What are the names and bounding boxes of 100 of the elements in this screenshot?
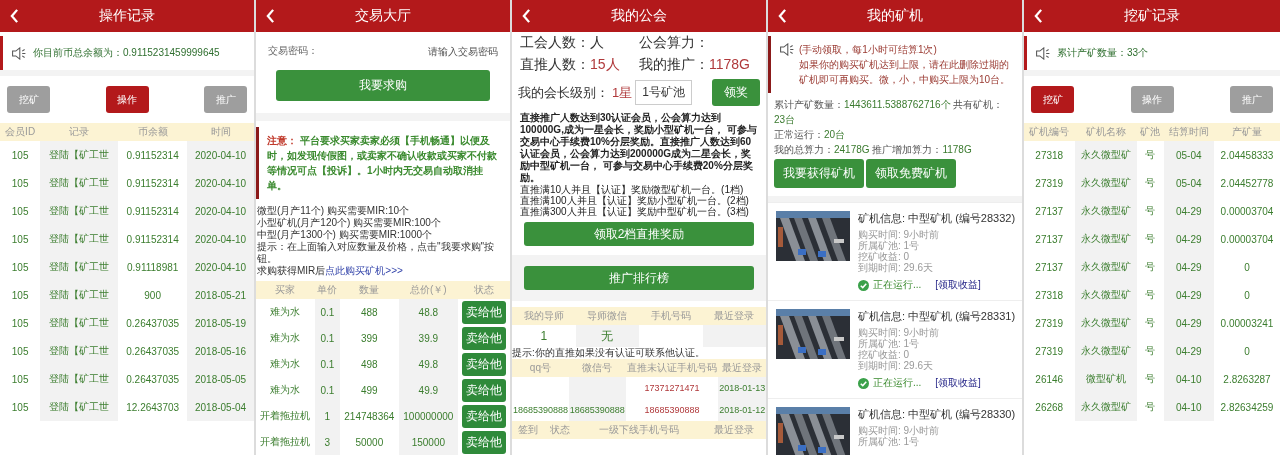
sell-button[interactable]: 卖给他 [461,300,506,324]
stat-label: 我的会长级别： [518,83,609,102]
back-icon[interactable] [10,9,19,23]
tab[interactable]: 挖矿 [7,86,50,113]
column-header: qq号 [512,359,569,377]
tab[interactable]: 操作 [1130,86,1174,113]
collect-link[interactable]: [领取收益] [935,376,981,390]
claim-button[interactable]: 领奖 [712,79,760,106]
pool-select[interactable]: 1号矿池 [635,80,692,105]
table-cell: 17371271471 [625,377,719,399]
table-cell: 2018-05-05 [187,365,254,393]
stat-label: 直推人数： [520,56,590,72]
page-title: 我的矿机 [867,7,923,25]
table-cell: 27137 [1024,197,1075,225]
column-header: 买家 [256,281,315,299]
table-cell: 18685390888 [568,399,626,421]
table-cell: 2020-04-10 [187,197,254,225]
stat-label: 我的推广： [639,56,709,72]
column-header: 数量 [339,281,399,299]
table-cell: 1 [314,403,340,429]
stat-value: 20台 [824,129,846,140]
table-cell: 2018-01-12 [718,399,766,421]
machine-detail: 挖矿收益: 0 [858,349,910,360]
stat-value: 24178G [834,144,870,155]
sell-button[interactable]: 卖给他 [461,430,506,454]
back-icon[interactable] [778,9,787,23]
table-cell: 0 [1214,337,1280,365]
collect-link[interactable]: [领取收益] [935,278,981,292]
tab[interactable]: 推广 [1230,86,1273,113]
back-icon[interactable] [266,9,275,23]
column-header: 状态 [543,421,576,439]
machine-button[interactable]: 领取免费矿机 [866,159,956,188]
notice-text: (手动领取，每1小时可结算1次) [799,43,937,57]
notice-text: 累计产矿数量：33个 [1057,46,1149,60]
table-cell: 2018-05-21 [187,281,254,309]
reward-button[interactable]: 领取2档直推奖励 [524,222,754,246]
table-cell: 39.9 [398,325,458,351]
column-header: 单价 [314,281,340,299]
table-cell: 18685390888 [512,399,569,421]
column-header: 直推未认证手机号码 [625,359,719,377]
table-cell: 微型矿机 [1074,365,1138,393]
table-cell: 0 [1214,281,1280,309]
table-cell: 105 [0,365,41,393]
column-header: 会员ID [0,123,41,141]
tab[interactable]: 操作 [105,86,149,113]
table-cell: 105 [0,337,41,365]
table-cell: 难为水 [256,377,315,403]
tab[interactable]: 推广 [204,86,247,113]
table-cell: 登陆【矿工世 [40,253,119,281]
table-cell: 号 [1137,309,1164,337]
machine-detail: 到期时间: 29.6天 [858,262,935,273]
stat-label: 我的总算力： [774,144,834,155]
column-header: 最近登录 [718,359,766,377]
table-cell: 开着拖拉机 [256,403,315,429]
table-cell: 0.91152314 [118,225,188,253]
table-cell: 开着拖拉机 [256,429,315,455]
table-cell: 2018-01-13 [718,377,766,399]
table-cell: 永久微型矿 [1074,169,1138,197]
buy-machine-link[interactable]: 点此购买矿机>>> [325,265,403,276]
table-cell: 05-04 [1163,141,1214,169]
status-text: 正在运行... [873,376,922,390]
stat-label: 工会人数：人 [520,34,604,50]
table-cell: 1 [512,325,576,347]
stat-value: 1443611.5388762716个 [844,99,951,110]
tier-text: 直推满300人并且【认证】奖励中型矿机一台。(3档) [519,206,750,217]
ranking-button[interactable]: 推广排行榜 [524,266,754,290]
sell-button[interactable]: 卖给他 [461,352,506,376]
back-icon[interactable] [1034,9,1043,23]
sell-button[interactable]: 卖给他 [461,404,506,428]
table-cell: 0.1 [314,377,340,403]
stat-label: 累计产矿数量： [774,99,844,110]
machine-detail: 购买时间: 9小时前 [858,327,941,338]
table-cell: 04-29 [1163,281,1214,309]
table-cell: 105 [0,309,41,337]
machine-title: 矿机信息: 中型矿机 (编号28332) [858,211,1016,226]
table-cell: 499 [339,377,399,403]
machine-detail: 到期时间: 29.6天 [858,360,935,371]
table-cell: 105 [0,197,41,225]
table-cell: 难为水 [256,351,315,377]
sell-button[interactable]: 卖给他 [461,326,506,350]
table-cell: 登陆【矿工世 [40,197,119,225]
table-cell: 永久微型矿 [1074,253,1138,281]
table-cell: 0.26437035 [118,365,188,393]
table-cell: 永久微型矿 [1074,225,1138,253]
machine-button[interactable]: 我要获得矿机 [774,159,864,188]
buy-request-button[interactable]: 我要求购 [276,70,490,101]
stat-label: 共有矿机： [953,99,1004,110]
sell-button[interactable]: 卖给他 [461,378,506,402]
column-header: 矿机编号 [1024,123,1075,141]
table-cell: 0.91152314 [118,169,188,197]
table-cell: 49.9 [398,377,458,403]
check-icon [858,377,869,389]
table-cell: 27318 [1024,141,1075,169]
table-cell: 399 [339,325,399,351]
table-cell: 2018-05-04 [187,393,254,421]
stat-value: 15人 [590,56,620,72]
table-cell: 2.04452778 [1214,169,1280,197]
back-icon[interactable] [522,9,531,23]
field-label: 交易密码： [268,44,318,58]
tab[interactable]: 挖矿 [1031,86,1074,113]
